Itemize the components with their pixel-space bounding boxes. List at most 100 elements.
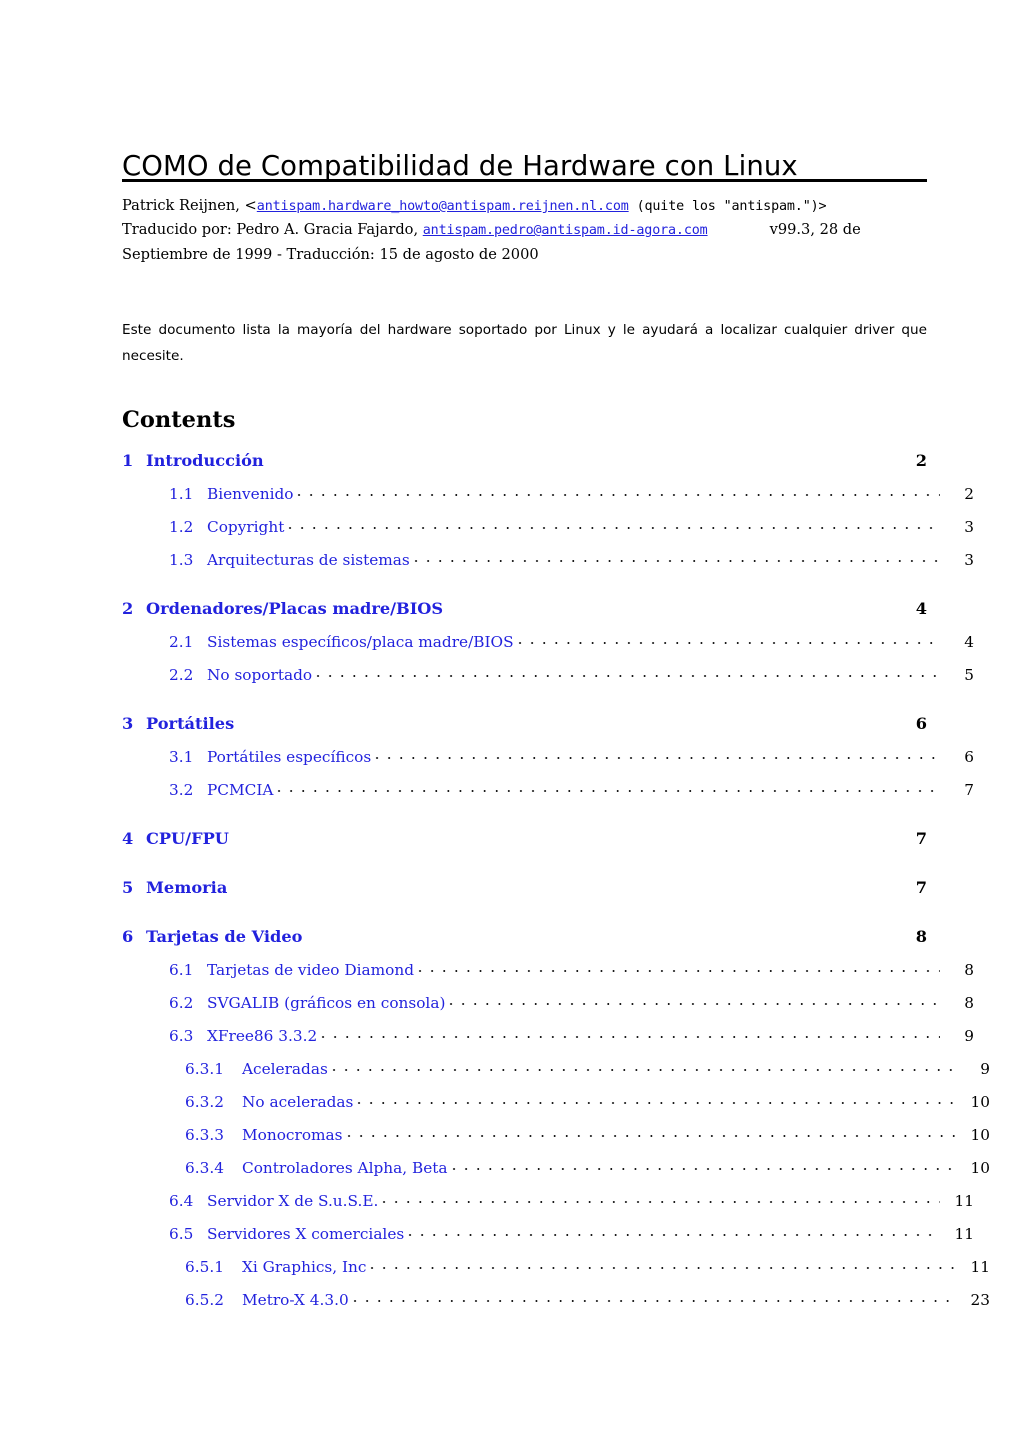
toc-entry-title: CPU/FPU xyxy=(146,829,229,848)
toc-entry-3[interactable]: 3 Portátiles 6 xyxy=(122,707,927,741)
toc-entry-title: No soportado xyxy=(207,666,313,684)
toc-leader-dots xyxy=(293,484,940,499)
toc-entry-6[interactable]: 6 Tarjetas de Video 8 xyxy=(122,920,927,954)
toc-entry-title: Metro-X 4.3.0 xyxy=(242,1291,349,1309)
author-email-link[interactable]: antispam.hardware_howto@antispam.reijnen… xyxy=(257,199,629,214)
toc-entry-page: 7 xyxy=(964,781,974,799)
toc-leader-dots xyxy=(404,1224,940,1239)
toc-entry-number: 6.3.1 xyxy=(185,1060,224,1078)
toc-entry-6-5-2[interactable]: 6.5.2 Metro-X 4.3.0 23 xyxy=(122,1284,990,1317)
toc-entry-3-1[interactable]: 3.1 Portátiles específicos 6 xyxy=(122,741,974,774)
toc-entry-title: Memoria xyxy=(146,878,228,897)
version-text: v99.3, 28 de xyxy=(769,221,861,239)
author-name: Patrick Reijnen, < xyxy=(122,197,257,214)
toc-entry-title: Bienvenido xyxy=(207,485,294,503)
toc-entry-6-3-4[interactable]: 6.3.4 Controladores Alpha, Beta 10 xyxy=(122,1152,990,1185)
toc-entry-title: Introducción xyxy=(146,451,264,470)
toc-entry-number: 6.1 xyxy=(169,961,194,979)
toc-entry-page: 7 xyxy=(915,829,927,848)
date-text: Septiembre de 1999 - Traducción: 15 de a… xyxy=(122,245,539,263)
toc-entry-page: 6 xyxy=(964,748,974,766)
toc-entry-title: PCMCIA xyxy=(207,781,274,799)
toc-entry-6-5-1[interactable]: 6.5.1 Xi Graphics, Inc 11 xyxy=(122,1251,990,1284)
toc-entry-number: 6.2 xyxy=(169,994,194,1012)
toc-entry-6-3[interactable]: 6.3 XFree86 3.3.2 9 xyxy=(122,1020,974,1053)
toc-entry-number: 2.1 xyxy=(169,633,194,651)
toc-entry-6-2[interactable]: 6.2 SVGALIB (gráficos en consola) 8 xyxy=(122,987,974,1020)
toc-entry-6-3-3[interactable]: 6.3.3 Monocromas 10 xyxy=(122,1119,990,1152)
toc-entry-page: 11 xyxy=(970,1258,990,1276)
toc-section-gap xyxy=(122,905,927,920)
toc-entry-page: 10 xyxy=(970,1126,990,1144)
toc-entry-6-3-1[interactable]: 6.3.1 Aceleradas 9 xyxy=(122,1053,990,1086)
toc-section-gap xyxy=(122,856,927,871)
author-line-1: Patrick Reijnen, <antispam.hardware_howt… xyxy=(122,194,927,218)
author-block: Patrick Reijnen, <antispam.hardware_howt… xyxy=(122,194,927,266)
toc-entry-number: 1.2 xyxy=(169,518,194,536)
toc-entry-number: 6.3 xyxy=(169,1027,194,1045)
translator-name: Traducido por: Pedro A. Gracia Fajardo, xyxy=(122,221,423,239)
toc-leader-dots xyxy=(312,665,940,680)
toc-leader-dots xyxy=(342,1125,956,1140)
toc-leader-dots xyxy=(371,747,940,762)
toc-entry-title: Tarjetas de video Diamond xyxy=(207,961,415,979)
toc-leader-dots xyxy=(348,1290,956,1305)
toc-entry-6-3-2[interactable]: 6.3.2 No aceleradas 10 xyxy=(122,1086,990,1119)
toc-entry-6-4[interactable]: 6.4 Servidor X de S.u.S.E. 11 xyxy=(122,1185,974,1218)
toc-entry-title: Portátiles específicos xyxy=(207,748,372,766)
toc-entry-number: 6.5.2 xyxy=(185,1291,224,1309)
toc-entry-title: Portátiles xyxy=(146,714,235,733)
toc-entry-number: 6.3.4 xyxy=(185,1159,224,1177)
toc-entry-title: Aceleradas xyxy=(242,1060,328,1078)
toc-entry-page: 8 xyxy=(964,961,974,979)
toc-entry-page: 9 xyxy=(980,1060,990,1078)
toc-entry-page: 23 xyxy=(970,1291,990,1309)
toc-entry-page: 6 xyxy=(915,714,927,733)
toc-entry-1[interactable]: 1 Introducción 2 xyxy=(122,444,927,478)
toc-leader-dots xyxy=(414,960,940,975)
toc-entry-page: 4 xyxy=(915,599,927,618)
toc-entry-number: 2 xyxy=(122,599,134,618)
toc-entry-page: 11 xyxy=(954,1225,974,1243)
toc-entry-2-2[interactable]: 2.2 No soportado 5 xyxy=(122,659,974,692)
toc-section-gap xyxy=(122,692,927,707)
toc-entry-number: 3.1 xyxy=(169,748,194,766)
toc-entry-5[interactable]: 5 Memoria 7 xyxy=(122,871,927,905)
toc-entry-number: 6.5 xyxy=(169,1225,194,1243)
toc-entry-number: 3 xyxy=(122,714,134,733)
toc-entry-title: XFree86 3.3.2 xyxy=(207,1027,318,1045)
toc-entry-3-2[interactable]: 3.2 PCMCIA 7 xyxy=(122,774,974,807)
toc-entry-title: No aceleradas xyxy=(242,1093,354,1111)
toc-entry-number: 6 xyxy=(122,927,134,946)
toc-entry-1-1[interactable]: 1.1 Bienvenido 2 xyxy=(122,478,974,511)
toc-entry-6-5[interactable]: 6.5 Servidores X comerciales 11 xyxy=(122,1218,974,1251)
toc-entry-number: 1 xyxy=(122,451,134,470)
toc-entry-6-1[interactable]: 6.1 Tarjetas de video Diamond 8 xyxy=(122,954,974,987)
toc-entry-1-2[interactable]: 1.2 Copyright 3 xyxy=(122,511,974,544)
toc-section-gap xyxy=(122,577,927,592)
toc-entry-page: 4 xyxy=(964,633,974,651)
toc-entry-title: Servidores X comerciales xyxy=(207,1225,405,1243)
toc-leader-dots xyxy=(409,550,940,565)
translator-email-link[interactable]: antispam.pedro@antispam.id-agora.com xyxy=(423,223,708,238)
toc-entry-page: 10 xyxy=(970,1093,990,1111)
toc-entry-2-1[interactable]: 2.1 Sistemas específicos/placa madre/BIOS… xyxy=(122,626,974,659)
toc-entry-page: 3 xyxy=(964,551,974,569)
toc-section-gap xyxy=(122,807,927,822)
toc-entry-number: 2.2 xyxy=(169,666,194,684)
toc-entry-title: Controladores Alpha, Beta xyxy=(242,1159,448,1177)
toc-leader-dots xyxy=(327,1059,956,1074)
toc-entry-4[interactable]: 4 CPU/FPU 7 xyxy=(122,822,927,856)
toc-entry-1-3[interactable]: 1.3 Arquitecturas de sistemas 3 xyxy=(122,544,974,577)
toc-entry-number: 4 xyxy=(122,829,134,848)
contents-heading: Contents xyxy=(122,406,236,433)
toc-entry-2[interactable]: 2 Ordenadores/Placas madre/BIOS 4 xyxy=(122,592,927,626)
author-line-3: Septiembre de 1999 - Traducción: 15 de a… xyxy=(122,243,927,266)
toc-leader-dots xyxy=(378,1191,940,1206)
table-of-contents: 1 Introducción 2 1.1 Bienvenido 2 1.2 Copyright… xyxy=(122,444,990,1317)
toc-leader-dots xyxy=(273,780,940,795)
toc-leader-dots xyxy=(447,1158,956,1173)
toc-entry-page: 5 xyxy=(964,666,974,684)
toc-entry-number: 6.4 xyxy=(169,1192,194,1210)
toc-entry-page: 7 xyxy=(915,878,927,897)
